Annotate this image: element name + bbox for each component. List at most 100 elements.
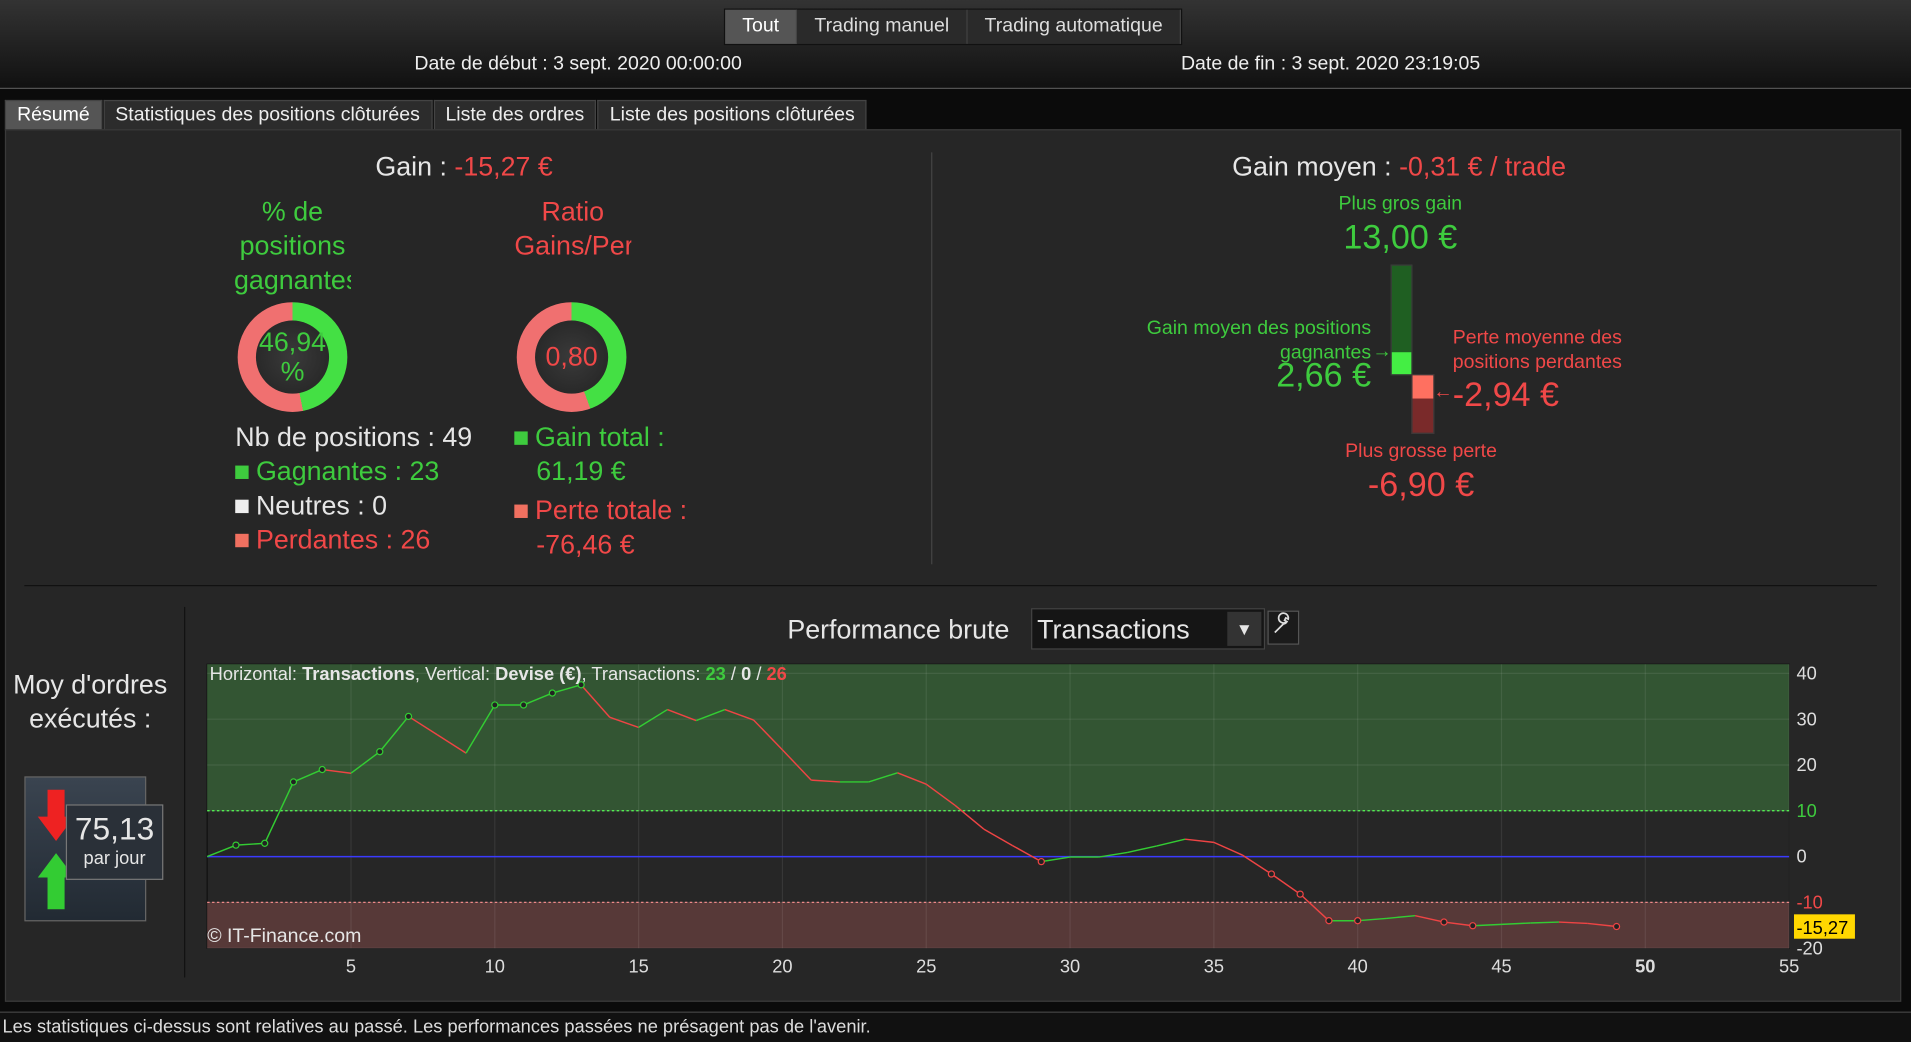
info-loss: 26 xyxy=(766,664,787,685)
data-point xyxy=(548,689,556,697)
green-square-icon xyxy=(514,431,528,445)
average-heading: Gain moyen : -0,31 € / trade xyxy=(1232,151,1566,183)
x-tick-label: 30 xyxy=(1060,956,1080,977)
worst-loss-value: -6,90 € xyxy=(1367,465,1475,504)
avg-win-value: 2,66 € xyxy=(1276,355,1372,394)
positions-stats: Nb de positions : 49 Gagnantes : 23 Neut… xyxy=(235,420,472,557)
filter-trading-manuel[interactable]: Trading manuel xyxy=(797,9,968,44)
arrow-right-icon: → xyxy=(1372,341,1392,362)
end-date: Date de fin : 3 sept. 2020 23:19:05 xyxy=(1180,53,1481,75)
tab-resume[interactable]: Résumé xyxy=(4,99,102,131)
perte-totale-label: Perte totale : xyxy=(535,494,688,526)
select-value: Transactions xyxy=(1037,614,1190,645)
info-sep: / xyxy=(725,664,742,685)
average-value: -0,31 € / trade xyxy=(1399,151,1567,182)
data-point xyxy=(1354,917,1362,925)
gagnantes: Gagnantes : 23 xyxy=(255,455,440,487)
filter-tout[interactable]: Tout xyxy=(725,9,798,44)
y-tick-label: 10 xyxy=(1796,800,1816,821)
y-tick-label: 20 xyxy=(1796,754,1816,775)
x-tick-label: 10 xyxy=(485,956,505,977)
data-point xyxy=(376,748,384,756)
best-gain-value: 13,00 € xyxy=(1343,218,1458,256)
y-tick-label: 30 xyxy=(1796,708,1816,729)
y-tick-label: -20 xyxy=(1796,937,1822,958)
chart-info: Horizontal: Transactions, Vertical: Devi… xyxy=(210,664,787,685)
data-point xyxy=(261,839,269,847)
gain-bar xyxy=(1390,264,1413,376)
orders-label: Moy d'ordres exécutés : xyxy=(13,669,168,734)
avg-loss-label: Perte moyenne des positions perdantes xyxy=(1452,327,1622,373)
gain-value: -15,27 € xyxy=(454,151,553,182)
perte-totale-value: -76,46 € xyxy=(536,528,635,560)
info-mid: , Vertical: xyxy=(414,664,496,685)
data-point xyxy=(1325,917,1333,925)
arrow-left-icon: ← xyxy=(1433,381,1453,403)
ratio-title: Ratio Gains/Pertes xyxy=(514,196,632,261)
data-point xyxy=(1267,870,1276,878)
perdantes: Perdantes : 26 xyxy=(255,524,431,555)
performance-chart: 5 10 15 20 25 30 35 40 45 50 55 40 30 20 10 0 -10 -20-15,… xyxy=(206,662,1855,977)
data-point xyxy=(1612,922,1621,931)
red-square-icon xyxy=(514,504,528,518)
performance-title: Performance brute xyxy=(787,614,1010,645)
tab-bar: Résumé Statistiques des positions clôtur… xyxy=(4,99,868,131)
data-point xyxy=(1037,857,1045,866)
app-root: Tout Trading manuel Trading automatique … xyxy=(0,0,1911,1042)
info-horizontal: Transactions xyxy=(302,664,415,685)
white-square-icon xyxy=(235,499,249,514)
info-win: 23 xyxy=(705,664,726,685)
x-tick-label: 55 xyxy=(1779,956,1799,977)
performance-select[interactable]: Transactions ▼ xyxy=(1031,608,1266,650)
settings-button[interactable] xyxy=(1267,610,1300,645)
copyright: © IT-Finance.com xyxy=(207,926,362,947)
green-square-icon xyxy=(235,465,249,479)
tab-liste-ordres[interactable]: Liste des ordres xyxy=(433,99,597,131)
data-point xyxy=(318,765,326,774)
best-gain-label: Plus gros gain xyxy=(1338,193,1463,215)
data-point xyxy=(1296,890,1304,898)
data-point xyxy=(232,841,240,849)
x-tick-label: 25 xyxy=(916,956,936,977)
y-tick-label: 40 xyxy=(1796,662,1816,683)
data-point xyxy=(1469,922,1477,930)
ratio-donut: 0,80 xyxy=(516,302,627,412)
gain-total-label: Gain total : xyxy=(535,421,665,453)
avg-loss-value: -2,94 € xyxy=(1452,375,1559,414)
x-tick-label: 5 xyxy=(346,956,356,977)
filter-trading-automatique[interactable]: Trading automatique xyxy=(967,9,1181,44)
data-point xyxy=(491,701,499,709)
x-tick-label: 20 xyxy=(772,956,792,977)
worst-loss-label: Plus grosse perte xyxy=(1345,441,1497,462)
tab-statistiques[interactable]: Statistiques des positions clôturées xyxy=(103,99,433,131)
x-tick-label: 45 xyxy=(1491,956,1511,977)
data-point xyxy=(404,712,413,721)
pct-winning-value: 46,94 % xyxy=(255,320,330,394)
info-transactions: , Transactions: xyxy=(581,664,706,685)
info-sep: / xyxy=(751,664,767,685)
chevron-down-icon: ▼ xyxy=(1227,611,1262,646)
horizontal-divider xyxy=(24,585,1877,587)
data-point xyxy=(519,701,528,709)
y-tick-label: 0 xyxy=(1796,846,1806,867)
totals-stats: Gain total : 61,19 € Perte totale : -76,… xyxy=(514,420,687,561)
filter-segmented-control: Tout Trading manuel Trading automatique xyxy=(723,8,1183,46)
loss-bar xyxy=(1411,374,1435,434)
nb-positions: Nb de positions : 49 xyxy=(235,421,473,453)
tab-liste-positions[interactable]: Liste des positions clôturées xyxy=(597,99,867,131)
data-point xyxy=(289,778,298,786)
start-date: Date de début : 3 sept. 2020 00:00:00 xyxy=(414,53,742,75)
orders-value: 75,13 xyxy=(74,810,155,848)
pct-winning-title: % de positions gagnantes xyxy=(234,196,351,295)
info-vertical: Devise (€) xyxy=(495,664,582,685)
disclaimer: Les statistiques ci-dessus sont relative… xyxy=(0,1011,1911,1042)
gain-total-value: 61,19 € xyxy=(536,455,626,487)
neutres: Neutres : 0 xyxy=(255,489,388,521)
x-tick-label: 40 xyxy=(1348,956,1368,977)
vertical-divider xyxy=(931,152,933,565)
series-segment xyxy=(1530,921,1560,924)
info-neutral: 0 xyxy=(741,664,752,685)
header: Tout Trading manuel Trading automatique … xyxy=(0,0,1911,89)
orders-unit: par jour xyxy=(83,848,146,869)
wrench-icon xyxy=(1274,612,1290,634)
